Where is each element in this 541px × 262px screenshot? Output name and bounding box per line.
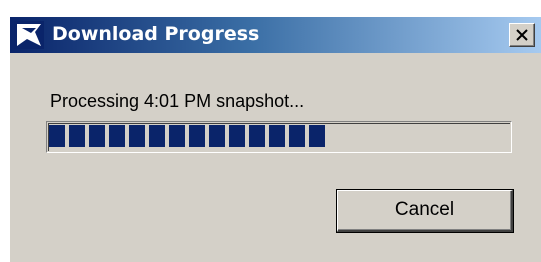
- progress-block: [89, 125, 105, 147]
- progress-block: [229, 125, 245, 147]
- progress-block: [49, 125, 65, 147]
- progress-block: [269, 125, 285, 147]
- progress-block: [189, 125, 205, 147]
- progress-block: [309, 125, 325, 147]
- progress-block: [109, 125, 125, 147]
- progress-block: [169, 125, 185, 147]
- close-icon: [516, 29, 528, 41]
- progress-bar: [46, 121, 512, 153]
- progress-block: [129, 125, 145, 147]
- progress-block: [209, 125, 225, 147]
- progress-block: [289, 125, 305, 147]
- status-message: Processing 4:01 PM snapshot...: [50, 91, 305, 111]
- progress-block: [249, 125, 265, 147]
- download-progress-dialog: Download Progress Processing 4:01 PM sna…: [10, 16, 541, 262]
- progress-fill: [49, 125, 513, 147]
- window-title: Download Progress: [52, 23, 260, 45]
- kite-icon: [14, 21, 44, 49]
- close-button[interactable]: [509, 23, 535, 47]
- title-bar[interactable]: Download Progress: [10, 17, 541, 53]
- progress-block: [149, 125, 165, 147]
- progress-block: [69, 125, 85, 147]
- cancel-button[interactable]: Cancel: [336, 189, 514, 233]
